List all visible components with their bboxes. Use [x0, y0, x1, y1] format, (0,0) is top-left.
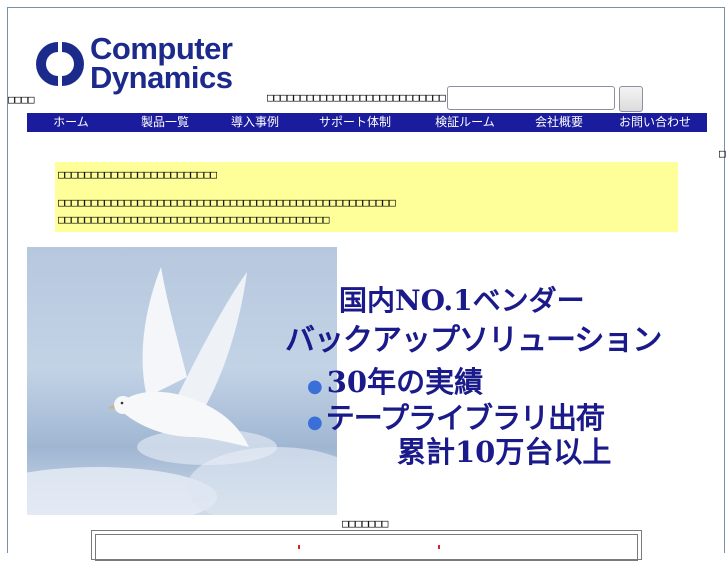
bullet-icon: ●	[307, 412, 323, 433]
nav-item-support[interactable]: サポート体制	[295, 113, 415, 132]
notice-line-3: □□□□□□□□□□□□□□□□□□□□□□□□□□□□□□□□□□□□□□□□…	[58, 213, 330, 226]
logo-wordmark: Computer Dynamics	[90, 31, 233, 95]
hero-banner[interactable]: 国内NO.1ベンダー バックアップソリューション ● 30年の実績 ● テープライブ…	[27, 247, 707, 515]
bottom-panel	[91, 530, 642, 561]
banner-line-2: バックアップソリューション	[285, 323, 662, 358]
logo-line-1: Computer	[90, 31, 233, 66]
red-marker	[438, 545, 440, 549]
nav-item-products[interactable]: 製品一覧	[115, 113, 215, 132]
search-input[interactable]	[447, 86, 615, 110]
dove-icon	[27, 267, 337, 515]
banner-line-1: 国内NO.1ベンダー	[339, 284, 585, 317]
logo-line-2: Dynamics	[90, 60, 233, 95]
notice-box: □□□□□□□□□□□□□□□□□□□□□□□□ □□□□□□□□□□□□□□□…	[55, 162, 678, 232]
red-marker	[298, 545, 300, 549]
nav-item-case-studies[interactable]: 導入事例	[215, 113, 295, 132]
search-button[interactable]	[619, 86, 643, 112]
search-caption: □□□□□□□□□□□□□□□□□□□□□□□□□□□ □□	[267, 91, 466, 104]
main-nav: ホーム 製品一覧 導入事例 サポート体制 検証ルーム 会社概要 お問い合わせ	[27, 113, 707, 132]
edge-glyph: □	[719, 147, 726, 160]
banner-line-5: 累計10万台以上	[397, 435, 612, 469]
notice-line-2: □□□□□□□□□□□□□□□□□□□□□□□□□□□□□□□□□□□□□□□□…	[58, 196, 396, 209]
nav-item-contact[interactable]: お問い合わせ	[603, 113, 707, 132]
company-logo[interactable]: Computer Dynamics	[32, 31, 262, 98]
bottom-caption: □□□□□□□	[342, 517, 389, 530]
banner-line-3-text: 30年の実績	[326, 365, 484, 399]
sky-photo	[27, 247, 337, 515]
bottom-panel-inner	[95, 534, 638, 561]
notice-line-1: □□□□□□□□□□□□□□□□□□□□□□□□	[58, 168, 217, 181]
nav-item-test-room[interactable]: 検証ルーム	[415, 113, 515, 132]
nav-item-home[interactable]: ホーム	[27, 113, 115, 132]
bullet-icon: ●	[307, 376, 323, 397]
cd-logo-icon	[36, 42, 84, 86]
nav-item-company[interactable]: 会社概要	[515, 113, 603, 132]
top-left-text: □□□□	[8, 93, 35, 106]
